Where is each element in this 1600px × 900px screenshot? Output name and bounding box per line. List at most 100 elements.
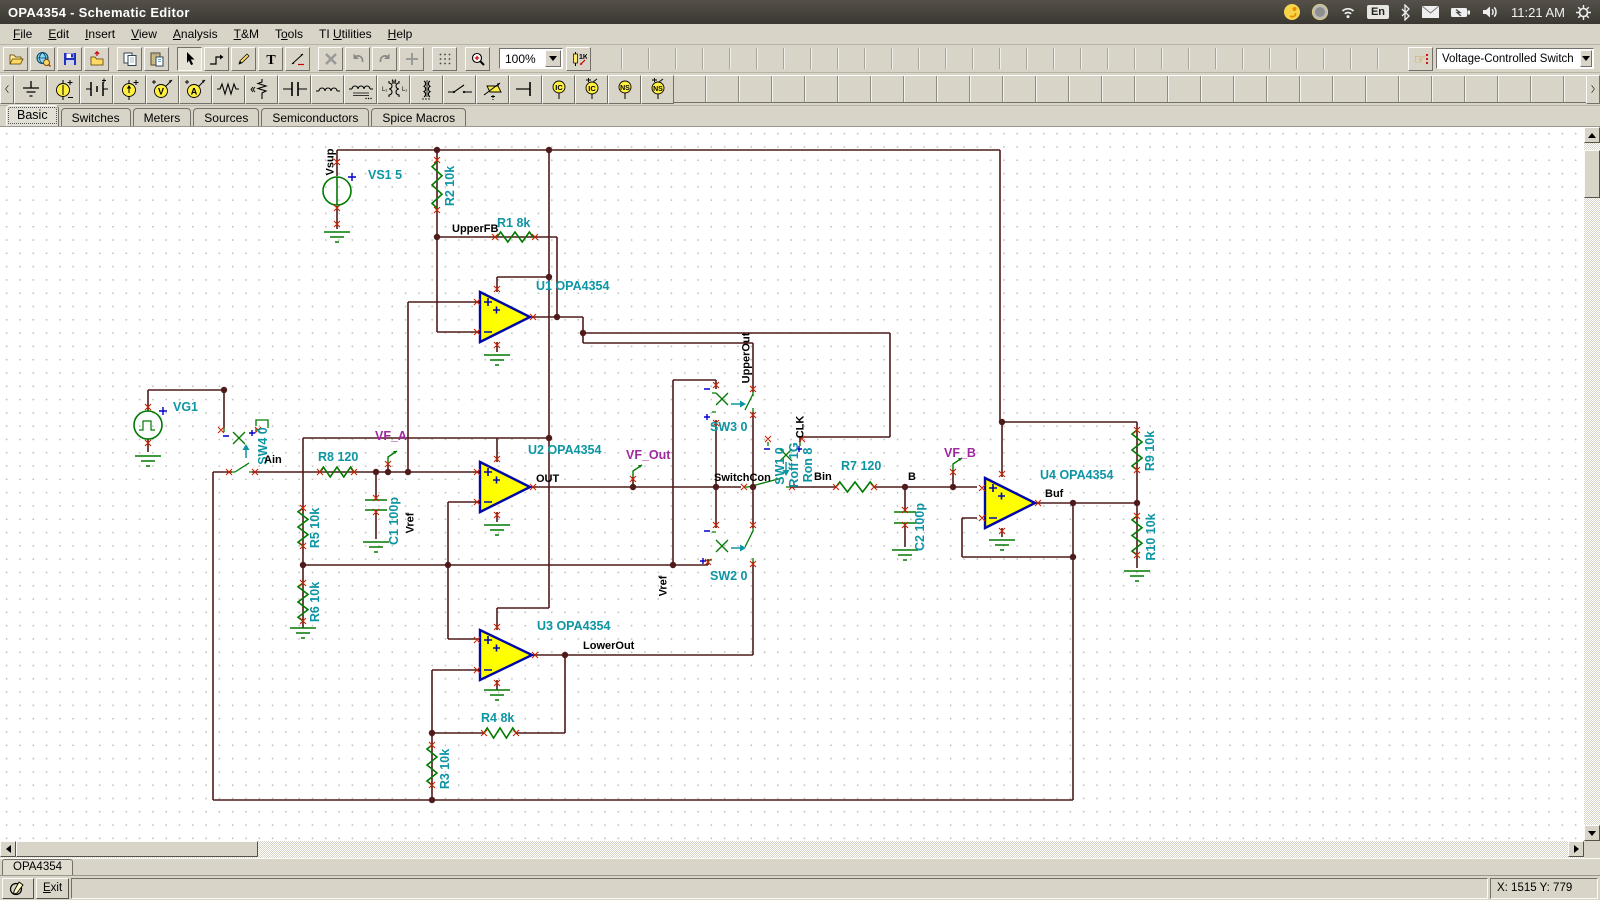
scroll-right-button[interactable] <box>1586 75 1600 104</box>
keyboard-layout[interactable]: En <box>1367 5 1389 19</box>
schematic-label-C1-100p[interactable]: C1 100p <box>388 497 401 545</box>
schematic-label-Buf[interactable]: Buf <box>1045 489 1063 500</box>
schematic-label-VF_B[interactable]: VF_B <box>944 447 976 460</box>
inductor-core-button[interactable] <box>344 75 377 104</box>
menu-edit[interactable]: Edit <box>41 25 76 43</box>
zoom-combo-arrow[interactable] <box>545 50 561 67</box>
schematic-label-Roff-1G[interactable]: Roff 1G <box>788 442 801 487</box>
horizontal-scroll-thumb[interactable] <box>16 841 258 857</box>
scroll-up-button[interactable] <box>1584 127 1600 143</box>
coupled-inductors-button[interactable]: ML₁L₂ <box>377 75 410 104</box>
scroll-down-button[interactable] <box>1584 825 1600 841</box>
paste-button[interactable] <box>144 47 169 71</box>
schematic-label-OUT[interactable]: OUT <box>536 474 559 485</box>
schematic-label-SW3-0[interactable]: SW3 0 <box>710 421 748 434</box>
schematic-label-Vref[interactable]: Vref <box>406 513 417 534</box>
schematic-label-SW1-0[interactable]: SW1 0 <box>774 447 787 485</box>
vertical-scroll-thumb[interactable] <box>1584 150 1600 198</box>
bluetooth-icon[interactable] <box>1399 4 1411 21</box>
undo-button[interactable] <box>345 47 370 71</box>
schematic-label-U1-OPA4354[interactable]: U1 OPA4354 <box>536 280 609 293</box>
schematic-label-VS1-5[interactable]: VS1 5 <box>368 169 402 182</box>
menu-ti-utilities[interactable]: TI Utilities <box>312 25 379 43</box>
schematic-label-R9-10k[interactable]: R9 10k <box>1144 431 1157 471</box>
grid-toggle-button[interactable] <box>432 47 457 71</box>
voltage-source-button[interactable] <box>47 75 80 104</box>
session-gear-icon[interactable] <box>1575 4 1592 21</box>
voltmeter-button[interactable]: V <box>146 75 179 104</box>
menu-file[interactable]: File <box>6 25 39 43</box>
palette-tab-switches[interactable]: Switches <box>61 108 131 126</box>
schematic-label-B[interactable]: B <box>908 472 916 483</box>
potentiometer-button[interactable] <box>245 75 278 104</box>
ground-button[interactable] <box>14 75 47 104</box>
schematic-label-Bin[interactable]: Bin <box>814 472 832 483</box>
save-button[interactable] <box>57 47 82 71</box>
schematic-label-VF_Out[interactable]: VF_Out <box>626 449 670 462</box>
palette-tab-meters[interactable]: Meters <box>133 108 192 126</box>
palette-tab-sources[interactable]: Sources <box>193 108 259 126</box>
menu-tools[interactable]: Tools <box>268 25 310 43</box>
nodeset-plus-button[interactable]: NS <box>641 75 674 104</box>
open-file-button[interactable] <box>3 47 28 71</box>
hand-pointer-button[interactable]: ☞ <box>1408 47 1433 71</box>
schematic-label-U3-OPA4354[interactable]: U3 OPA4354 <box>537 620 610 633</box>
schematic-label-Ain[interactable]: Ain <box>264 455 282 466</box>
zoom-lens-button[interactable] <box>465 47 490 71</box>
schematic-label-R4-8k[interactable]: R4 8k <box>481 712 514 725</box>
scroll-left-button[interactable] <box>0 841 16 857</box>
schematic-label-UpperFB[interactable]: UpperFB <box>452 224 498 235</box>
volume-sphere-icon[interactable] <box>1311 3 1329 21</box>
schematic-label-UpperOut[interactable]: UpperOut <box>742 333 753 384</box>
jumper-button[interactable] <box>509 75 542 104</box>
schematic-label-R7-120[interactable]: R7 120 <box>841 460 881 473</box>
open-web-button[interactable] <box>30 47 55 71</box>
initial-condition-plus-button[interactable]: IC <box>575 75 608 104</box>
editor-mode-button[interactable] <box>2 878 34 899</box>
battery-icon[interactable] <box>1450 6 1471 19</box>
resistor-button[interactable] <box>212 75 245 104</box>
schematic-label-R2-10k[interactable]: R2 10k <box>444 166 457 206</box>
wifi-icon[interactable] <box>1339 4 1357 20</box>
scroll-left-button[interactable] <box>0 75 14 104</box>
schematic-label-VG1[interactable]: VG1 <box>173 401 198 414</box>
initial-condition-button[interactable]: IC <box>542 75 575 104</box>
mail-icon[interactable] <box>1421 5 1440 19</box>
menu-help[interactable]: Help <box>381 25 420 43</box>
vertical-scrollbar[interactable] <box>1584 127 1600 841</box>
schematic-label-SwitchCon[interactable]: SwitchCon <box>714 473 771 484</box>
schematic-canvas[interactable]: VsupVS1 5R2 10kUpperFBR1 8kU1 OPA4354VG1… <box>0 127 1584 841</box>
schematic-label-VF_A[interactable]: VF_A <box>375 430 407 443</box>
copy-button[interactable] <box>117 47 142 71</box>
scroll-right-button[interactable] <box>1568 841 1584 857</box>
component-select-combo[interactable]: Voltage-Controlled Switch <box>1436 48 1594 69</box>
menu-t-m[interactable]: T&M <box>227 25 266 43</box>
wire-tool-button[interactable] <box>204 47 229 71</box>
palette-tab-spice-macros[interactable]: Spice Macros <box>371 108 466 126</box>
menu-analysis[interactable]: Analysis <box>166 25 225 43</box>
line-edit-button[interactable] <box>285 47 310 71</box>
nodeset-button[interactable]: NS <box>608 75 641 104</box>
schematic-label-R8-120[interactable]: R8 120 <box>318 451 358 464</box>
schematic-label-R5-10k[interactable]: R5 10k <box>309 508 322 548</box>
messenger-icon[interactable] <box>1283 3 1301 21</box>
schematic-label-U2-OPA4354[interactable]: U2 OPA4354 <box>528 444 601 457</box>
meter-1k-button[interactable]: 1K <box>566 47 591 71</box>
schematic-label-U4-OPA4354[interactable]: U4 OPA4354 <box>1040 469 1113 482</box>
ammeter-button[interactable]: A <box>179 75 212 104</box>
snap-grid-button[interactable] <box>399 47 424 71</box>
horizontal-scrollbar[interactable] <box>0 841 1584 858</box>
current-source-button[interactable] <box>113 75 146 104</box>
menu-insert[interactable]: Insert <box>78 25 122 43</box>
schematic-label-R10-10k[interactable]: R10 10k <box>1145 513 1158 560</box>
schematic-label-R6-10k[interactable]: R6 10k <box>309 582 322 622</box>
redo-button[interactable] <box>372 47 397 71</box>
schematic-label-Ron-8[interactable]: Ron 8 <box>802 448 815 483</box>
inductor-button[interactable] <box>311 75 344 104</box>
volume-icon[interactable] <box>1481 4 1501 20</box>
controlled-source-button[interactable] <box>476 75 509 104</box>
palette-tab-basic[interactable]: Basic <box>6 105 59 126</box>
palette-tab-semiconductors[interactable]: Semiconductors <box>261 108 369 126</box>
schematic-label-SW2-0[interactable]: SW2 0 <box>710 570 748 583</box>
schematic-label-LowerOut[interactable]: LowerOut <box>583 641 634 652</box>
